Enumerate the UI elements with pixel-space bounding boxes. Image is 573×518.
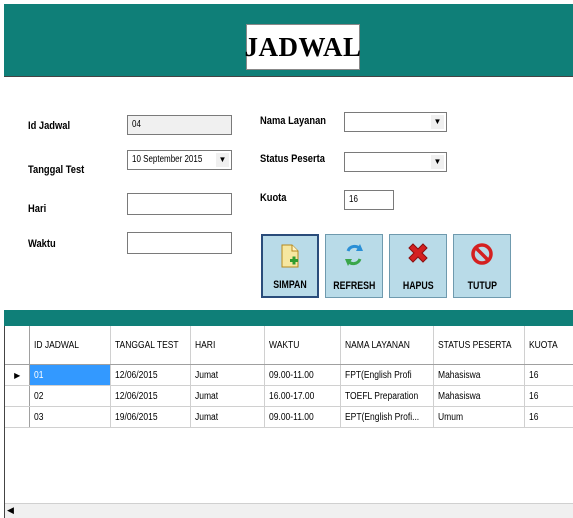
waktu-field[interactable]: [127, 232, 232, 254]
table-row[interactable]: 03 19/06/2015 Jumat 09.00-11.00 EPT(Engl…: [5, 406, 573, 428]
table-cell[interactable]: Jumat: [190, 385, 265, 407]
table-cell[interactable]: 12/06/2015: [110, 364, 191, 386]
chevron-down-icon[interactable]: ▼: [431, 115, 444, 129]
col-header-id[interactable]: ID JADWAL: [29, 326, 111, 365]
table-cell[interactable]: 16: [524, 406, 573, 428]
table-cell[interactable]: FPT(English Profi: [340, 364, 434, 386]
table-cell[interactable]: EPT(English Profi...: [340, 406, 434, 428]
table-row[interactable]: 02 12/06/2015 Jumat 16.00-17.00 TOEFL Pr…: [5, 385, 573, 407]
table-row[interactable]: ▶ 01 12/06/2015 Jumat 09.00-11.00 FPT(En…: [5, 364, 573, 386]
row-header-corner: [5, 326, 31, 365]
hari-field[interactable]: [127, 193, 232, 215]
kuota-field[interactable]: 16: [344, 190, 394, 210]
table-cell[interactable]: 01: [29, 364, 111, 386]
col-header-hari[interactable]: HARI: [190, 326, 265, 365]
nama-layanan-select[interactable]: ▼: [344, 112, 447, 132]
table-cell[interactable]: 16.00-17.00: [264, 385, 342, 407]
kuota-label: Kuota: [260, 192, 287, 204]
page-title: JADWAL: [244, 31, 362, 62]
table-cell[interactable]: Mahasiswa: [433, 385, 526, 407]
table-cell[interactable]: 09.00-11.00: [264, 406, 342, 428]
col-header-waktu[interactable]: WAKTU: [264, 326, 342, 365]
waktu-label: Waktu: [28, 238, 56, 250]
data-grid[interactable]: ID JADWAL TANGGAL TEST HARI WAKTU NAMA L…: [4, 326, 573, 518]
delete-x-icon: [408, 243, 428, 263]
row-header: [5, 406, 31, 428]
col-header-nama-layanan[interactable]: NAMA LAYANAN: [340, 326, 434, 365]
nama-layanan-label: Nama Layanan: [260, 115, 327, 127]
tanggal-test-label: Tanggal Test: [28, 164, 85, 176]
tutup-button[interactable]: TUTUP: [453, 234, 511, 298]
col-header-tanggal[interactable]: TANGGAL TEST: [110, 326, 191, 365]
table-cell[interactable]: Jumat: [190, 406, 265, 428]
simpan-button[interactable]: SIMPAN: [261, 234, 319, 298]
stop-icon: [471, 243, 493, 265]
col-header-status[interactable]: STATUS PESERTA: [433, 326, 526, 365]
table-header-row: ID JADWAL TANGGAL TEST HARI WAKTU NAMA L…: [5, 326, 573, 365]
chevron-down-icon[interactable]: ▼: [216, 153, 229, 167]
table-cell[interactable]: 16: [524, 364, 573, 386]
row-header: [5, 385, 31, 407]
col-header-kuota[interactable]: KUOTA: [524, 326, 573, 365]
table-cell[interactable]: TOEFL Preparation: [340, 385, 434, 407]
id-jadwal-field[interactable]: 04: [127, 115, 232, 135]
refresh-icon: [345, 244, 363, 266]
table-cell[interactable]: 12/06/2015: [110, 385, 191, 407]
table-cell[interactable]: 19/06/2015: [110, 406, 191, 428]
title-box: JADWAL: [244, 24, 362, 70]
status-peserta-label: Status Peserta: [260, 153, 325, 165]
save-icon: [281, 244, 299, 268]
status-peserta-select[interactable]: ▼: [344, 152, 447, 172]
table-cell[interactable]: Mahasiswa: [433, 364, 526, 386]
chevron-down-icon[interactable]: ▼: [431, 155, 444, 169]
header-band: JADWAL: [4, 4, 573, 76]
hari-label: Hari: [28, 203, 47, 215]
horizontal-scrollbar[interactable]: ◀: [5, 503, 573, 518]
chevron-left-icon[interactable]: ◀: [7, 505, 14, 516]
table-cell[interactable]: Jumat: [190, 364, 265, 386]
table-cell[interactable]: 02: [29, 385, 111, 407]
table-cell[interactable]: 03: [29, 406, 111, 428]
table-cell[interactable]: 16: [524, 385, 573, 407]
hapus-button[interactable]: HAPUS: [389, 234, 447, 298]
separator-band: [4, 310, 573, 326]
tanggal-test-picker[interactable]: 10 September 2015 ▼: [127, 150, 232, 170]
id-jadwal-label: Id Jadwal: [28, 120, 71, 132]
refresh-button[interactable]: REFRESH: [325, 234, 383, 298]
row-indicator-icon: ▶: [5, 364, 31, 386]
jadwal-table: ID JADWAL TANGGAL TEST HARI WAKTU NAMA L…: [5, 326, 573, 428]
table-cell[interactable]: Umum: [433, 406, 526, 428]
table-cell[interactable]: 09.00-11.00: [264, 364, 342, 386]
